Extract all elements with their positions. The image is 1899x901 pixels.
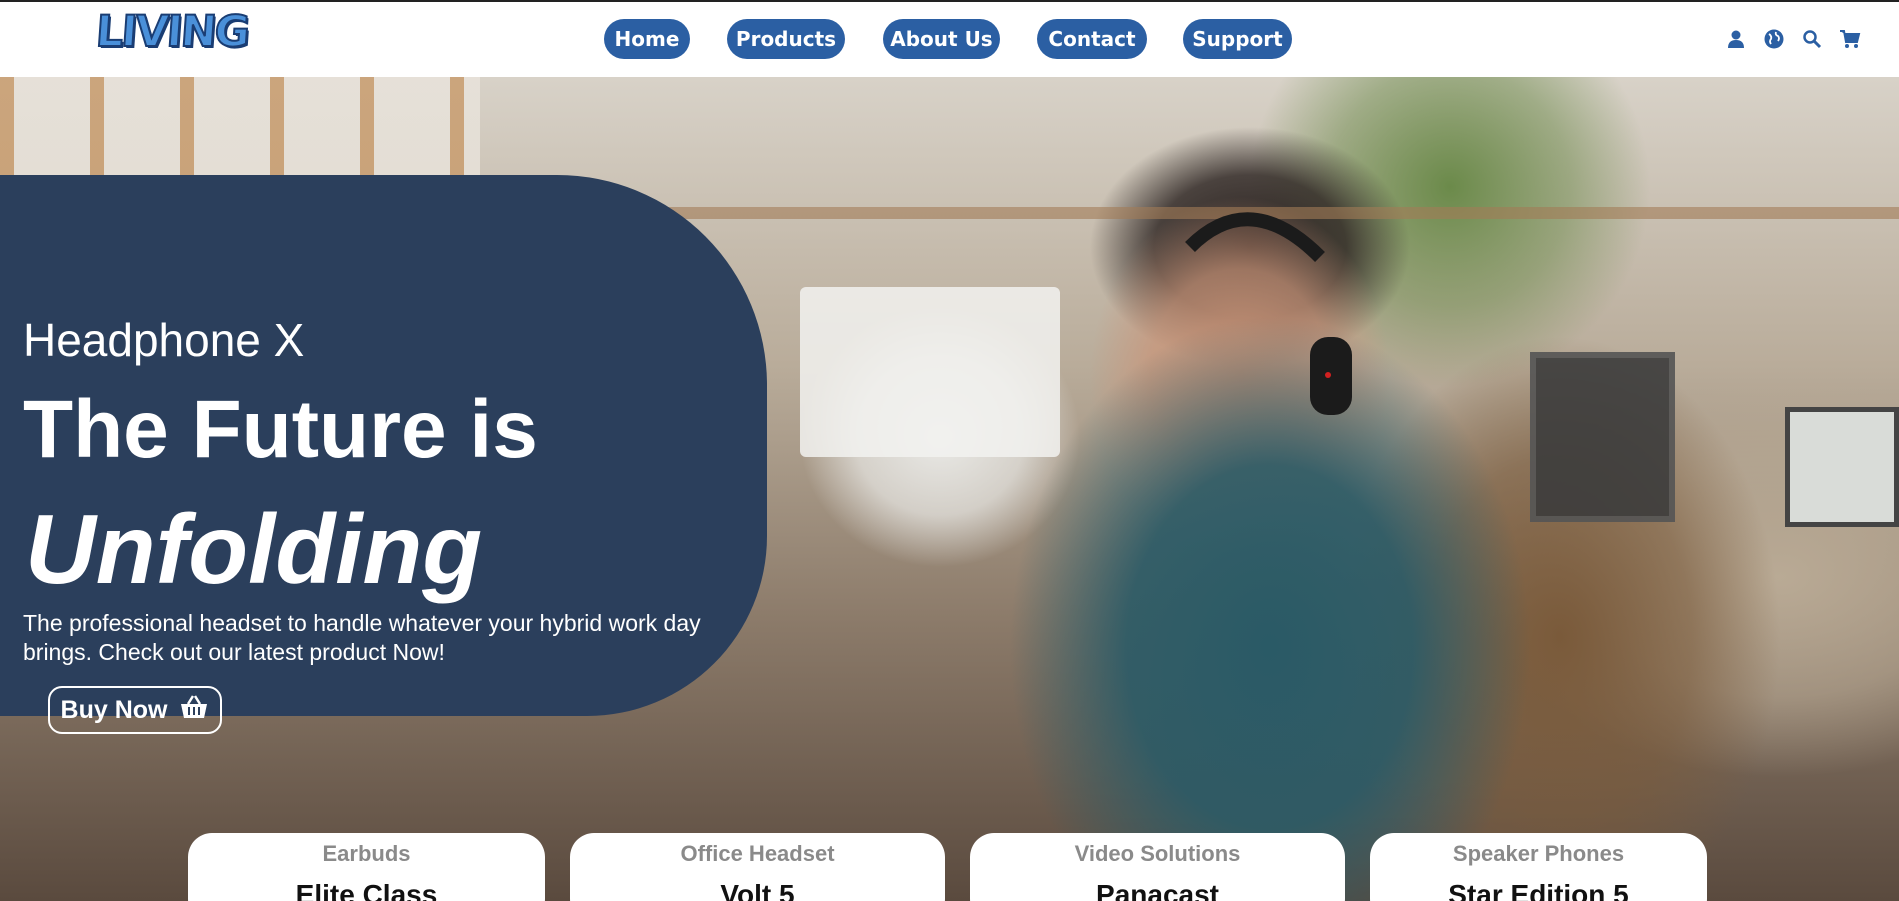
hero-bg-monitor <box>800 287 1060 457</box>
category-card-speaker-phones[interactable]: Speaker Phones Star Edition 5 <box>1370 833 1707 901</box>
category-card-video-solutions[interactable]: Video Solutions Panacast <box>970 833 1345 901</box>
card-category: Office Headset <box>680 841 835 866</box>
nav-home[interactable]: Home <box>604 19 690 59</box>
hero-bg-video-monitor <box>1530 352 1675 522</box>
cart-icon[interactable] <box>1839 28 1861 50</box>
basket-icon <box>179 694 209 727</box>
hero-headline-line2: Unfolding <box>25 494 483 604</box>
user-icon[interactable] <box>1725 28 1747 50</box>
card-category: Video Solutions <box>1074 841 1241 866</box>
headset-illustration <box>1185 212 1352 415</box>
header-actions <box>1725 28 1861 50</box>
globe-icon[interactable] <box>1763 28 1785 50</box>
nav-about-us[interactable]: About Us <box>883 19 1000 59</box>
nav-products[interactable]: Products <box>727 19 845 59</box>
card-product-name: Elite Class <box>295 879 438 901</box>
nav-contact[interactable]: Contact <box>1037 19 1147 59</box>
buy-now-button[interactable]: Buy Now <box>48 686 222 734</box>
card-category: Speaker Phones <box>1452 841 1625 866</box>
search-icon[interactable] <box>1801 28 1823 50</box>
card-product-name: Star Edition 5 <box>1448 879 1629 901</box>
card-category: Earbuds <box>322 841 411 866</box>
nav-support[interactable]: Support <box>1183 19 1292 59</box>
hero-product-name: Headphone X <box>23 314 305 366</box>
card-product-name: Panacast <box>1096 879 1219 901</box>
buy-now-label: Buy Now <box>60 695 168 724</box>
site-header: LIVING Home Products About Us Contact Su… <box>0 0 1899 77</box>
hero-headline-line1: The Future is <box>23 384 538 475</box>
card-product-name: Volt 5 <box>720 879 795 901</box>
hero-description: The professional headset to handle whate… <box>23 610 701 665</box>
hero-bg-side-monitor <box>1785 407 1899 527</box>
category-card-earbuds[interactable]: Earbuds Elite Class <box>188 833 545 901</box>
category-card-office-headset[interactable]: Office Headset Volt 5 <box>570 833 945 901</box>
main-nav: Home Products About Us Contact Support <box>0 19 1899 59</box>
